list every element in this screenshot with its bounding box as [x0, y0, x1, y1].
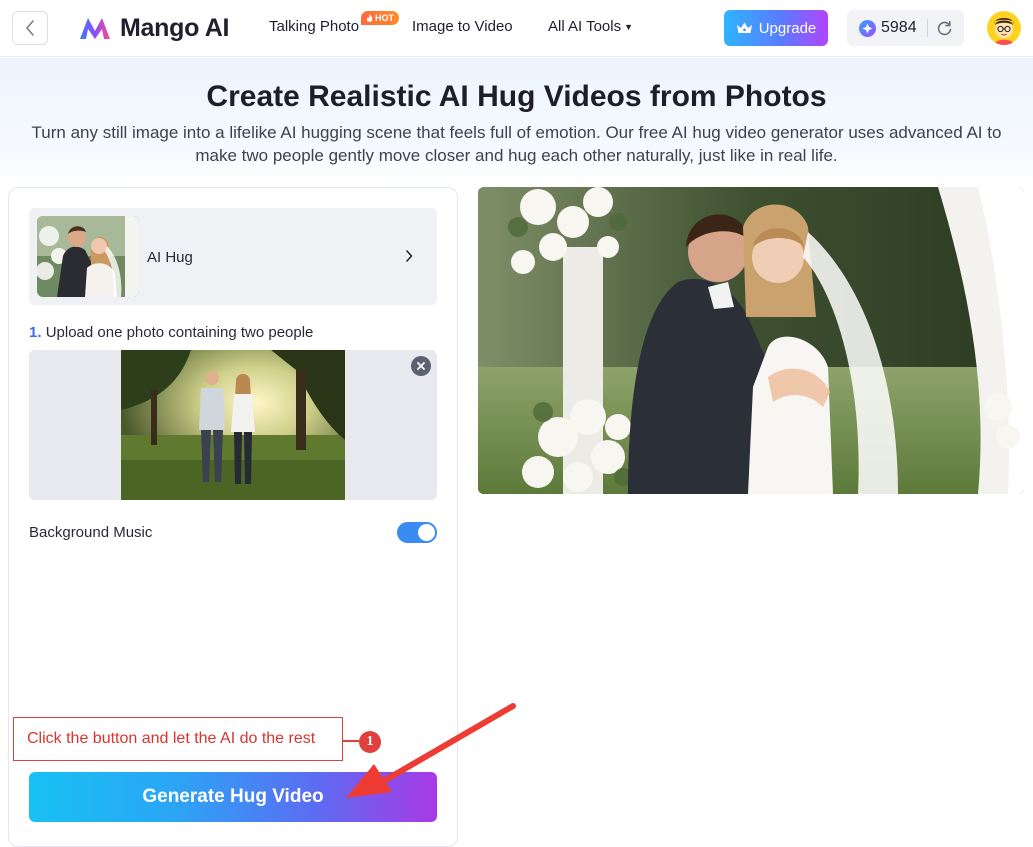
annotation-callout: Click the button and let the AI do the r… [13, 717, 343, 761]
page-subtitle: Turn any still image into a lifelike AI … [31, 123, 1002, 165]
top-navbar: Mango AI Talking Photo HOT Image to Vide… [0, 0, 1033, 57]
nav-all-ai-tools-label: All AI Tools [548, 18, 622, 35]
effect-thumbnail [37, 216, 139, 297]
effect-label: AI Hug [147, 249, 193, 266]
photo-upload-area[interactable] [29, 350, 437, 500]
upgrade-button-label: Upgrade [758, 19, 817, 37]
chevron-left-icon [26, 20, 34, 36]
credits-value: 5984 [881, 19, 917, 36]
effect-selector[interactable]: AI Hug [29, 208, 437, 305]
background-music-label: Background Music [29, 524, 153, 541]
upgrade-button[interactable]: Upgrade [724, 10, 828, 46]
avatar-image [987, 11, 1021, 45]
diamond-icon [859, 19, 876, 37]
result-preview-image [478, 187, 1024, 494]
step-text: Upload one photo containing two people [45, 324, 314, 341]
nav-talking-photo[interactable]: Talking Photo [269, 18, 359, 35]
close-icon [417, 362, 425, 370]
toggle-knob [418, 524, 435, 541]
uploaded-photo [121, 350, 345, 500]
mango-logo-icon [80, 18, 110, 39]
user-avatar[interactable] [987, 11, 1021, 45]
chevron-right-icon [406, 250, 413, 262]
logo-text: Mango AI [120, 13, 230, 42]
flame-icon [366, 13, 373, 22]
back-button[interactable] [12, 11, 48, 45]
step-number: 1. [29, 324, 42, 341]
page-title: Create Realistic AI Hug Videos from Phot… [206, 80, 827, 113]
annotation-arrow-icon [346, 703, 516, 798]
background-music-toggle[interactable] [397, 522, 437, 543]
hot-badge-text: HOT [375, 13, 394, 23]
mango-logo[interactable]: Mango AI [78, 12, 229, 44]
credits-balance: 5984 [847, 10, 964, 46]
refresh-icon[interactable] [936, 20, 953, 37]
caret-down-icon: ▼ [624, 22, 634, 33]
credits-divider [926, 19, 928, 37]
crown-icon [736, 22, 752, 33]
upload-step-label: 1. Upload one photo containing two peopl… [29, 324, 313, 341]
hot-badge: HOT [361, 11, 399, 25]
nav-image-to-video[interactable]: Image to Video [412, 18, 513, 35]
remove-photo-button[interactable] [411, 356, 431, 376]
nav-all-ai-tools[interactable]: All AI Tools ▼ [548, 18, 633, 35]
